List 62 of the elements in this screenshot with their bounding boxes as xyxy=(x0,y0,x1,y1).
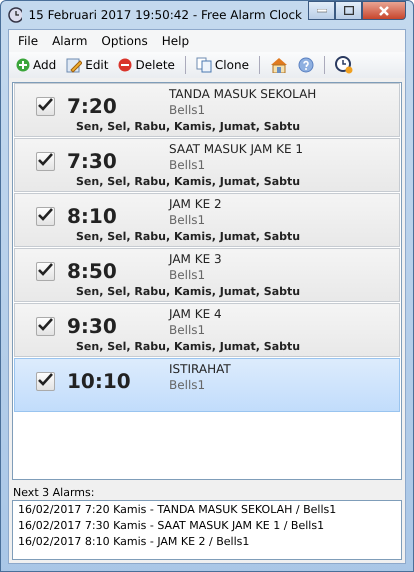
checkbox[interactable] xyxy=(36,96,55,116)
alarm-sound: Bells1 xyxy=(169,378,206,392)
close-icon xyxy=(379,6,389,16)
toolbar-button[interactable]: Clone xyxy=(192,56,252,74)
checkbox[interactable] xyxy=(36,262,55,280)
alarm-time: 7:30 xyxy=(67,149,118,173)
alarm-label: JAM KE 4 xyxy=(169,307,223,321)
checkbox[interactable] xyxy=(36,152,55,170)
checkbox[interactable] xyxy=(36,206,55,226)
alarm-days: Sen, Sel, Rabu, Kamis, Jumat, Sabtu xyxy=(76,230,399,242)
maximize-button[interactable] xyxy=(335,1,362,20)
alarm-days: Sen, Sel, Rabu, Kamis, Jumat, Sabtu xyxy=(76,284,399,298)
toolbar-button[interactable]: Delete xyxy=(115,57,178,73)
alarm-row[interactable]: 9:30 JAM KE 4 Bells1 Sen, Sel, Rabu, Kamis, Jumat, Sabtu xyxy=(14,303,400,357)
alarm-time: 8:50 xyxy=(67,259,118,283)
next-alarm-item: 16/02/2017 7:20 Kamis - TANDA MASUK SEKOLAH / Bells1 xyxy=(18,502,338,518)
alarm-sound: Bells1 xyxy=(169,213,206,227)
alarm-time: 10:10 xyxy=(67,369,132,393)
maximize-icon xyxy=(344,6,354,15)
minus-icon xyxy=(118,58,132,72)
menu-item[interactable]: Options xyxy=(94,32,155,50)
next-alarms-title: Next 3 Alarms: xyxy=(13,486,96,499)
alarm-row[interactable]: 10:10 ISTIRAHAT Bells1 xyxy=(14,358,400,412)
alarm-days: Sen, Sel, Rabu, Kamis, Jumat, Sabtu xyxy=(76,120,399,132)
close-button[interactable] xyxy=(362,1,406,20)
pencil-icon xyxy=(66,57,82,73)
checkbox[interactable] xyxy=(36,316,55,336)
alarm-row[interactable]: 8:50 JAM KE 3 Bells1 Sen, Sel, Rabu, Kamis, Jumat, Sabtu xyxy=(14,248,400,302)
home-icon xyxy=(270,57,288,73)
toolbar-button[interactable]: Edit xyxy=(63,56,112,74)
alarm-time: 7:20 xyxy=(67,94,118,118)
minimize-icon xyxy=(316,8,326,12)
alarm-row[interactable]: 7:20 TANDA MASUK SEKOLAH Bells1 Sen, Sel, Rabu, Kamis, Jumat, Sabtu xyxy=(14,83,400,137)
alarm-label: JAM KE 3 xyxy=(169,252,223,266)
copy-icon xyxy=(196,57,212,73)
alarm-label: TANDA MASUK SEKOLAH xyxy=(169,87,318,101)
help-icon xyxy=(298,57,314,73)
menu-item[interactable]: Alarm xyxy=(45,32,94,50)
alarm-sound: Bells1 xyxy=(169,323,206,337)
menu-item[interactable]: File xyxy=(11,32,46,50)
alarm-label: JAM KE 2 xyxy=(169,197,223,211)
menu-item[interactable]: Help xyxy=(154,32,196,50)
checkbox[interactable] xyxy=(36,372,55,390)
next-alarm-item: 16/02/2017 8:10 Kamis - JAM KE 2 / Bells1 xyxy=(18,534,250,550)
alarm-row[interactable]: 8:10 JAM KE 2 Bells1 Sen, Sel, Rabu, Kamis, Jumat, Sabtu xyxy=(14,193,400,247)
clock-icon xyxy=(8,7,22,23)
alarm-sound: Bells1 xyxy=(169,268,206,282)
alarm-days: Sen, Sel, Rabu, Kamis, Jumat, Sabtu xyxy=(76,174,399,188)
alarm-label: SAAT MASUK JAM KE 1 xyxy=(169,142,304,156)
next-alarm-item: 16/02/2017 7:30 Kamis - SAAT MASUK JAM KE 1 / Bells1 xyxy=(18,518,326,534)
alarm-sound: Bells1 xyxy=(169,158,206,172)
alarm-time: 9:30 xyxy=(67,314,118,338)
alarm-days: Sen, Sel, Rabu, Kamis, Jumat, Sabtu xyxy=(76,340,399,352)
alarm-row[interactable]: 7:30 SAAT MASUK JAM KE 1 Bells1 Sen, Sel, Rabu, Kamis, Jumat, Sabtu xyxy=(14,138,400,192)
alarm-label: ISTIRAHAT xyxy=(169,362,232,376)
alarm-time: 8:10 xyxy=(67,204,118,228)
window-title: 15 Februari 2017 19:50:42 - Free Alarm Clock xyxy=(28,8,302,22)
minimize-button[interactable] xyxy=(308,1,335,20)
toolbar-button[interactable]: Add xyxy=(13,57,60,73)
alarm-sound: Bells1 xyxy=(169,103,206,117)
add-icon xyxy=(16,58,30,72)
clock-icon xyxy=(334,56,353,74)
